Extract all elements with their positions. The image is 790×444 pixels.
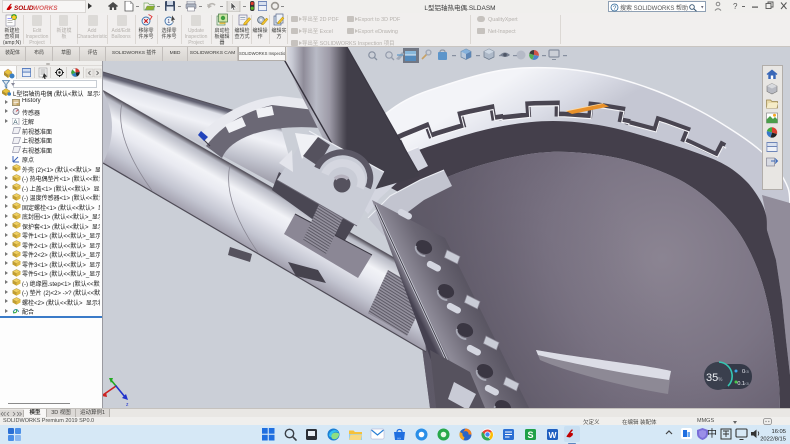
svg-text:35: 35 bbox=[706, 372, 718, 384]
svg-text:S: S bbox=[528, 430, 534, 440]
svg-text:器: 器 bbox=[219, 40, 224, 46]
svg-text:导出至 SOLIDWORKS Inspection 项目: 导出至 SOLIDWORKS Inspection 项目 bbox=[302, 39, 395, 46]
svg-text:查方式: 查方式 bbox=[234, 33, 249, 40]
svg-text:方: 方 bbox=[276, 33, 281, 40]
svg-text:Net-Inspect: Net-Inspect bbox=[488, 29, 516, 35]
svg-text:KB: KB bbox=[744, 382, 749, 386]
svg-text:(amp;N): (amp;N) bbox=[3, 40, 21, 46]
svg-text:1: 1 bbox=[167, 19, 170, 25]
svg-text:查项目: 查项目 bbox=[4, 33, 19, 40]
svg-text:Export eDrawing: Export eDrawing bbox=[358, 29, 398, 35]
svg-text:16:05: 16:05 bbox=[771, 429, 786, 435]
svg-text:WORKS: WORKS bbox=[33, 5, 58, 12]
svg-text:Export to 3D PDF: Export to 3D PDF bbox=[358, 17, 401, 23]
svg-text:导出至 Excel: 导出至 Excel bbox=[302, 27, 333, 35]
svg-text:选择零: 选择零 bbox=[161, 27, 176, 34]
svg-text:KB: KB bbox=[744, 370, 749, 374]
svg-text:新建模: 新建模 bbox=[56, 27, 71, 34]
svg-text:编辑操: 编辑操 bbox=[252, 27, 267, 34]
svg-text:件序号: 件序号 bbox=[138, 33, 153, 40]
svg-text:A: A bbox=[13, 119, 18, 125]
svg-text:2022/8/15: 2022/8/15 bbox=[760, 437, 786, 443]
svg-text:搜索 SOLIDWORKS 帮助: 搜索 SOLIDWORKS 帮助 bbox=[620, 4, 688, 12]
svg-text:?: ? bbox=[733, 2, 738, 11]
svg-text:SOLID: SOLID bbox=[14, 5, 34, 12]
svg-text:作: 作 bbox=[257, 33, 262, 40]
svg-text:新建检: 新建检 bbox=[4, 27, 19, 34]
svg-text:Characteristic: Characteristic bbox=[77, 34, 108, 40]
svg-text:Balloons: Balloons bbox=[111, 34, 131, 40]
svg-text:板: 板 bbox=[61, 33, 66, 40]
svg-text:QualityXpert: QualityXpert bbox=[488, 17, 518, 23]
svg-text:板编辑: 板编辑 bbox=[214, 33, 229, 40]
svg-text:编辑检: 编辑检 bbox=[234, 27, 249, 34]
svg-text:中: 中 bbox=[707, 427, 717, 440]
svg-text:,,: ,, bbox=[397, 434, 401, 441]
svg-text:?: ? bbox=[613, 6, 617, 12]
svg-text:件序号: 件序号 bbox=[161, 33, 176, 40]
svg-text:%: % bbox=[718, 377, 723, 383]
svg-text:导出至 2D PDF: 导出至 2D PDF bbox=[302, 15, 340, 23]
svg-text:启动检: 启动检 bbox=[214, 27, 229, 34]
svg-text:Project: Project bbox=[29, 40, 45, 46]
svg-text:Project: Project bbox=[188, 40, 204, 46]
svg-text:W: W bbox=[549, 430, 558, 440]
svg-text:编辑实: 编辑实 bbox=[271, 27, 286, 34]
svg-text:移除零: 移除零 bbox=[138, 27, 153, 34]
